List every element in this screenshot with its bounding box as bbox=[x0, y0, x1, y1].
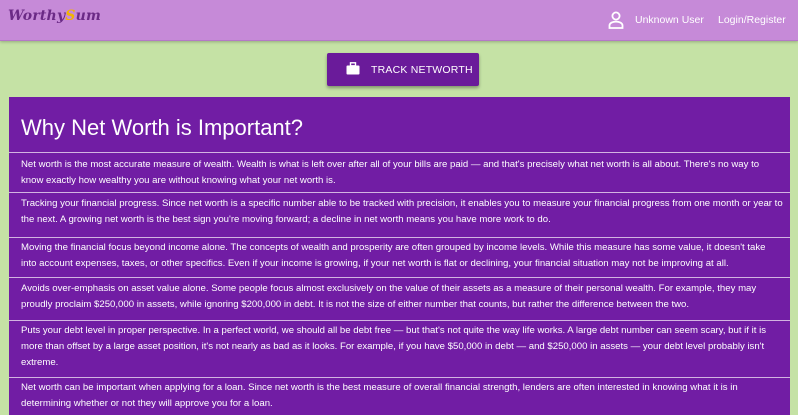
divider bbox=[9, 237, 790, 238]
paragraph-tracking-progress: Tracking your financial progress. Since … bbox=[21, 198, 783, 225]
paragraph-wealth-measure: Net worth is the most accurate measure o… bbox=[21, 159, 760, 186]
logo-text-accent: S bbox=[65, 8, 76, 24]
login-register-link[interactable]: Login/Register bbox=[718, 14, 786, 26]
logo-text-end: um bbox=[75, 8, 101, 24]
paragraph-beyond-income: Moving the financial focus beyond income… bbox=[21, 242, 766, 269]
divider bbox=[9, 152, 790, 153]
user-name[interactable]: Unknown User bbox=[635, 14, 704, 26]
paragraph-debt-perspective: Puts your debt level in proper perspecti… bbox=[21, 325, 767, 368]
paragraph-asset-value: Avoids over-emphasis on asset value alon… bbox=[21, 283, 757, 310]
briefcase-icon bbox=[346, 62, 360, 75]
net-worth-info-panel: Why Net Worth is Important? Net worth is… bbox=[9, 97, 790, 415]
divider bbox=[9, 320, 790, 321]
track-networth-label: TRACK NETWORTH bbox=[371, 64, 473, 76]
logo-text-start: Worthy bbox=[8, 8, 66, 24]
person-icon[interactable] bbox=[608, 11, 624, 29]
divider bbox=[9, 192, 790, 193]
app-bar: WorthySum Unknown User Login/Register bbox=[0, 0, 798, 41]
track-networth-button[interactable]: TRACK NETWORTH bbox=[327, 53, 479, 86]
divider bbox=[9, 377, 790, 378]
panel-title: Why Net Worth is Important? bbox=[21, 115, 304, 140]
divider bbox=[9, 277, 790, 278]
logo[interactable]: WorthySum bbox=[8, 8, 101, 24]
paragraph-loan-application: Net worth can be important when applying… bbox=[21, 382, 738, 409]
